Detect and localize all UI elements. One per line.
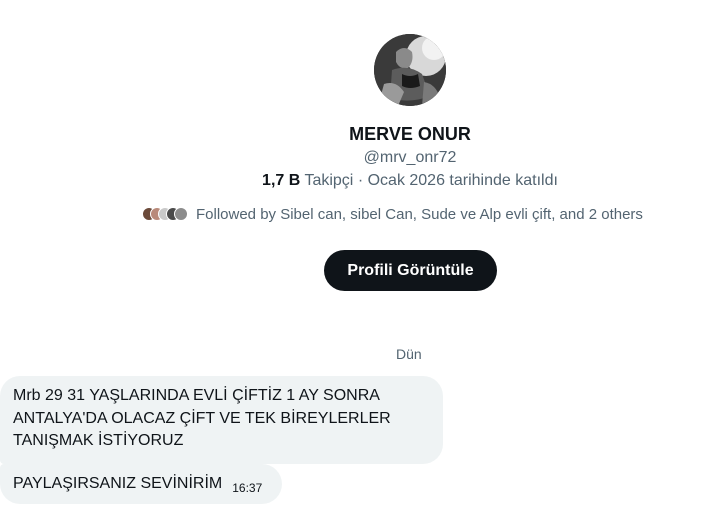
profile-avatar[interactable]	[374, 34, 446, 106]
avatar-photo	[374, 34, 446, 106]
followers-label[interactable]: Takipçi	[304, 172, 353, 189]
message-line: TANIŞMAK İSTİYORUZ	[13, 432, 184, 449]
followed-by-text: Followed by Sibel can, sibel Can, Sude v…	[196, 205, 643, 223]
stats-separator: ·	[357, 172, 364, 189]
follower-avatars	[142, 207, 188, 221]
message-line: ANTALYA'DA OLACAZ ÇİFT VE TEK BİREYLERLE…	[13, 409, 391, 427]
joined-date: Ocak 2026 tarihinde katıldı	[367, 172, 558, 189]
profile-handle: @mrv_onr72	[363, 149, 457, 166]
followers-count[interactable]: 1,7 B	[262, 172, 300, 189]
message-time: 16:37	[232, 480, 263, 495]
message-line: Mrb 29 31 YAŞLARINDA EVLİ ÇİFTİZ 1 AY SO…	[13, 387, 380, 404]
profile-name: MERVE ONUR	[349, 124, 471, 144]
followed-by-row[interactable]: Followed by Sibel can, sibel Can, Sude v…	[142, 204, 643, 224]
view-profile-button[interactable]: Profili Görüntüle	[324, 250, 497, 291]
message-bubble[interactable]: Mrb 29 31 YAŞLARINDA EVLİ ÇİFTİZ 1 AY SO…	[0, 376, 443, 464]
profile-stats: 1,7 B Takipçi · Ocak 2026 tarihinde katı…	[0, 172, 721, 190]
day-separator: Dün	[396, 346, 422, 362]
message-bubble[interactable]: PAYLAŞIRSANIZ SEVİNİRİM 16:37	[0, 464, 282, 504]
message-text: PAYLAŞIRSANIZ SEVİNİRİM	[13, 474, 223, 492]
follower-avatar	[174, 207, 188, 221]
